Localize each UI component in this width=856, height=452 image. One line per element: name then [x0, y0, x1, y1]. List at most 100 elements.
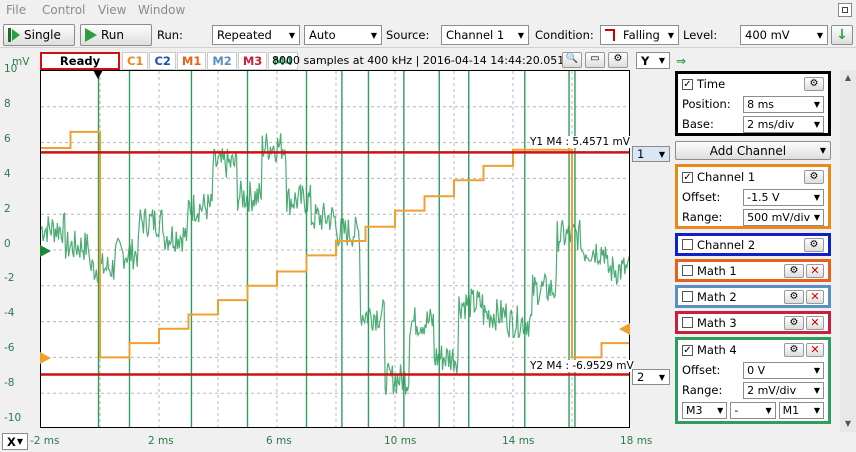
legend-m3[interactable]: M3 [237, 52, 268, 70]
time-position-select[interactable]: 8 ms ▼ [743, 95, 824, 113]
gear-icon[interactable]: ⚙ [804, 77, 824, 91]
arrow-right-icon[interactable]: ⇒ [676, 54, 690, 68]
chevron-down-icon: ▼ [517, 30, 524, 40]
trigger-mode-select[interactable]: Auto ▼ [304, 25, 382, 45]
math4-range-select[interactable]: 2 mV/div ▼ [743, 381, 824, 399]
channel1-offset-select[interactable]: -1.5 V ▼ [743, 188, 824, 206]
menu-control[interactable]: Control [42, 3, 85, 17]
scroll-down-icon[interactable]: ▼ [840, 416, 856, 432]
gear-icon[interactable]: ⚙ [804, 237, 824, 252]
time-base-select[interactable]: 2 ms/div ▼ [743, 115, 824, 133]
settings-icon[interactable]: ⚙ [608, 52, 628, 68]
math1-checkbox[interactable] [682, 265, 693, 276]
gear-icon[interactable]: ⚙ [784, 263, 804, 278]
run-button[interactable]: Run [80, 24, 152, 46]
menu-file[interactable]: File [6, 3, 26, 17]
cursor-y1-tag[interactable]: 1 ▼ [632, 146, 670, 162]
trigger-level-marker[interactable] [619, 323, 630, 335]
scroll-up-icon[interactable]: ▲ [840, 70, 856, 86]
math1-header: Math 1 ⚙ ✕ [678, 262, 828, 279]
channel1-checkbox[interactable]: ✓ [682, 171, 693, 183]
time-checkbox[interactable]: ✓ [682, 78, 693, 90]
legend-c1[interactable]: C1 [122, 52, 149, 70]
math4-zero-marker[interactable] [40, 245, 51, 257]
chevron-down-icon: ▼ [813, 385, 820, 395]
close-icon[interactable]: ✕ [806, 289, 824, 304]
math4-operand-a-select[interactable]: M3 ▼ [682, 401, 728, 419]
x-axis-select[interactable]: X ▼ [2, 433, 28, 450]
math4-checkbox[interactable]: ✓ [682, 344, 693, 356]
panel-scrollbar[interactable]: ▲ ▼ [840, 70, 856, 432]
channel2-header: Channel 2 ⚙ [678, 236, 828, 253]
restore-window-button[interactable] [838, 3, 852, 17]
add-channel-button[interactable]: Add Channel ▼ [675, 141, 831, 160]
close-icon[interactable]: ✕ [806, 315, 824, 330]
chevron-down-icon: ▼ [813, 192, 820, 202]
y-tick-label: 4 [4, 167, 11, 180]
x-tick-label: 6 ms [266, 435, 292, 447]
close-icon[interactable]: ✕ [806, 343, 824, 357]
math1-panel: Math 1 ⚙ ✕ [675, 259, 831, 282]
math4-operand-b-select[interactable]: M1 ▼ [778, 401, 824, 419]
math2-checkbox[interactable] [682, 291, 693, 302]
trigger-condition-select[interactable]: Falling ▼ [600, 25, 679, 45]
scope-plot[interactable] [40, 70, 630, 428]
math2-panel: Math 2 ⚙ ✕ [675, 285, 831, 308]
legend-c2[interactable]: C2 [149, 52, 176, 70]
legend-m1[interactable]: M1 [176, 52, 207, 70]
y-tick-label: -8 [4, 377, 15, 390]
y-axis-select[interactable]: Y ▼ [636, 52, 670, 69]
menu-window[interactable]: Window [138, 3, 185, 17]
chevron-down-icon: ▼ [16, 437, 23, 446]
chevron-down-icon: ▼ [813, 405, 820, 415]
time-panel: ✓ Time ⚙ Position: 8 ms ▼ Base: 2 ms/div ▼ [675, 71, 831, 136]
cursor-y1-readout: Y1 M4 : 5.4571 mV [530, 136, 630, 148]
measure-icon[interactable]: ▭ [585, 52, 605, 68]
waveform-canvas [41, 71, 629, 427]
y-tick-label: -4 [4, 307, 15, 320]
channel1-offset-marker[interactable] [40, 352, 51, 364]
run-mode-select[interactable]: Repeated ▼ [212, 25, 300, 45]
chevron-down-icon: ▼ [658, 149, 665, 159]
math4-header: ✓ Math 4 ⚙ ✕ [678, 340, 828, 360]
math3-checkbox[interactable] [682, 317, 693, 328]
gear-icon[interactable]: ⚙ [784, 343, 804, 357]
gear-icon[interactable]: ⚙ [784, 315, 804, 330]
close-icon[interactable]: ✕ [806, 263, 824, 278]
math3-panel: Math 3 ⚙ ✕ [675, 311, 831, 334]
plot-status-bar: Ready C1 C2 M1 M2 M3 M4 8000 samples at 400 k… [40, 52, 673, 70]
plot-tools: 🔍 ▭ ⚙ [562, 52, 628, 68]
chevron-down-icon: ▼ [765, 405, 772, 415]
chevron-down-icon: ▼ [813, 99, 820, 109]
math4-expression-row: M3 ▼ - ▼ M1 ▼ [678, 400, 828, 420]
gear-icon[interactable]: ⚙ [804, 170, 824, 184]
chevron-down-icon: ▼ [813, 365, 820, 375]
chevron-down-icon: ▼ [813, 212, 820, 222]
chevron-down-icon: ▼ [658, 372, 665, 382]
channel1-panel: ✓ Channel 1 ⚙ Offset: -1.5 V ▼ Range: 500… [675, 164, 831, 229]
time-base-row: Base: 2 ms/div ▼ [678, 114, 828, 134]
legend-m2[interactable]: M2 [207, 52, 237, 70]
time-position-row: Position: 8 ms ▼ [678, 94, 828, 114]
level-apply-button[interactable]: ↓ [831, 25, 853, 45]
math4-operator-select[interactable]: - ▼ [730, 401, 776, 419]
y-tick-label: -10 [4, 412, 22, 424]
math4-offset-row: Offset: 0 V ▼ [678, 360, 828, 380]
chevron-down-icon: ▼ [819, 146, 826, 155]
cursor-y2-tag[interactable]: 2 ▼ [632, 369, 670, 385]
math3-header: Math 3 ⚙ ✕ [678, 314, 828, 331]
trigger-level-select[interactable]: 400 mV ▼ [740, 25, 828, 45]
single-button[interactable]: Single [3, 24, 75, 46]
trigger-source-select[interactable]: Channel 1 ▼ [441, 25, 529, 45]
y-tick-label: -6 [4, 342, 15, 355]
zoom-icon[interactable]: 🔍 [562, 52, 582, 68]
channel2-checkbox[interactable] [682, 239, 693, 250]
x-tick-label: 14 ms [502, 435, 535, 447]
channel1-range-select[interactable]: 500 mV/div ▼ [743, 208, 824, 226]
math4-panel: ✓ Math 4 ⚙ ✕ Offset: 0 V ▼ Range: 2 mV/di… [675, 337, 831, 424]
gear-icon[interactable]: ⚙ [784, 289, 804, 304]
menu-view[interactable]: View [98, 3, 126, 17]
trigger-position-marker[interactable] [93, 70, 103, 79]
play-icon [85, 28, 97, 42]
math4-offset-select[interactable]: 0 V ▼ [743, 361, 824, 379]
